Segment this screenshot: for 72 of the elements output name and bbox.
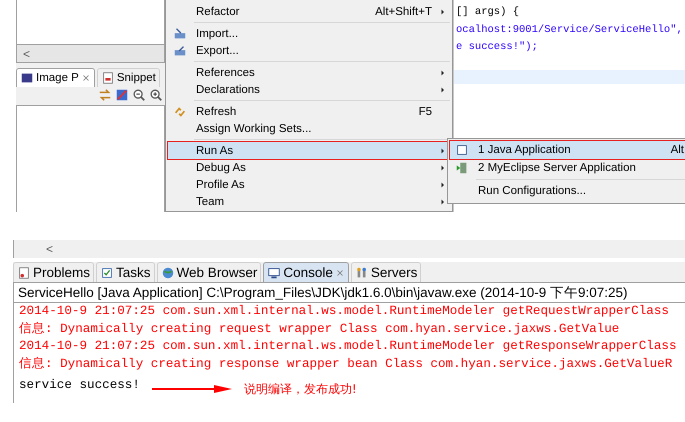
problems-icon — [17, 266, 31, 280]
menu-item[interactable]: Run Configurations... — [450, 182, 685, 200]
console-header: ServiceHello [Java Application] C:\Program_Files\JDK\jdk1.6.0\bin\javaw.exe (2014-10-9 下午9:07:25) — [13, 282, 685, 303]
menu-item-label: 2 MyEclipse Server Application — [477, 162, 637, 174]
view-tab[interactable]: Console — [263, 262, 349, 282]
console-line: 2014-10-9 21:07:25 com.sun.xml.internal.ws.model.RuntimeModeler getRequestWrapperClass — [19, 303, 670, 320]
scroll-left-glyph[interactable]: < — [23, 46, 30, 60]
tab-label: Console — [283, 265, 333, 280]
picture-icon — [20, 71, 34, 85]
menu-item[interactable]: Team — [168, 193, 450, 210]
shortcut-label: Alt+Shift+T — [375, 6, 433, 18]
globe-icon — [160, 266, 175, 280]
view-tab[interactable]: Web Browser — [156, 262, 262, 282]
zoom-out-icon — [132, 88, 146, 102]
menu-item[interactable]: Export... — [168, 42, 450, 59]
code-line: [] args) { — [455, 5, 520, 20]
tab-label: Snippet — [116, 72, 156, 84]
code-line: ocalhost:9001/Service/ServiceHello", — [455, 22, 684, 38]
annotation-text: 说明编译，发布成功! — [244, 381, 357, 398]
console-line: 信息: Dynamically creating response wrapper bean Class com.hyan.service.jaxws.GetValueR — [19, 356, 674, 373]
view-tab[interactable]: Problems — [13, 262, 94, 282]
menu-item[interactable]: 2 MyEclipse Server Application — [450, 159, 685, 177]
console-line: 信息: Dynamically creating request wrapper Class com.hyan.service.jaxws.GetValue — [19, 320, 620, 338]
menu-item[interactable]: Assign Working Sets... — [168, 120, 450, 137]
menu-item-label: Run Configurations... — [477, 185, 588, 197]
menu-item-label: 1 Java Application — [477, 144, 572, 156]
menu-item-label: Team — [195, 196, 226, 208]
menu-item[interactable]: Import... — [168, 25, 450, 42]
menu-item-label: Refresh — [195, 106, 238, 118]
servers-icon — [354, 266, 369, 280]
tab-label: Image P — [36, 72, 79, 84]
menu-item-label: Import... — [195, 28, 240, 40]
menu-item-label: Refactor — [195, 6, 240, 18]
menu-item-label: Profile As — [195, 178, 246, 190]
server-icon — [455, 161, 469, 175]
menu-item[interactable]: Run As — [168, 142, 450, 159]
console-icon — [267, 266, 282, 280]
view-tab[interactable]: Servers — [350, 262, 422, 282]
code-line: e success!"); — [455, 40, 539, 55]
tab-label: Web Browser — [176, 265, 258, 280]
scroll-left-glyph[interactable]: < — [46, 242, 54, 256]
menu-item[interactable]: Profile As — [168, 176, 450, 193]
export-icon — [173, 44, 187, 58]
console-line: service success! — [19, 377, 140, 394]
tab-label: Servers — [370, 265, 418, 280]
menu-item-label: References — [195, 66, 256, 78]
tasks-icon — [100, 266, 114, 280]
console-line: 2014-10-9 21:07:25 com.sun.xml.internal.ws.model.RuntimeModeler getResponseWrapperClass — [19, 338, 678, 356]
document-icon — [100, 71, 115, 85]
menu-item[interactable]: 1 Java Application Alt — [450, 141, 685, 159]
sync-arrows-icon — [98, 88, 112, 102]
menu-item-label: Export... — [195, 44, 240, 56]
menu-item-label: Assign Working Sets... — [195, 122, 312, 134]
import-icon — [173, 26, 187, 40]
tab-label: Tasks — [116, 265, 151, 280]
menu-item-label: Debug As — [195, 162, 247, 174]
menu-item[interactable]: Declarations — [168, 81, 450, 98]
horizontal-scrollbar[interactable]: < — [13, 240, 685, 258]
menu-item[interactable]: Refactor Alt+Shift+T — [168, 3, 450, 20]
menu-item[interactable]: Refresh F5 — [168, 103, 450, 120]
shortcut-label: F5 — [418, 106, 433, 118]
shortcut-label: Alt — [670, 144, 685, 156]
view-tab[interactable]: Tasks — [96, 262, 155, 282]
view-tab[interactable]: Image P — [16, 68, 95, 87]
menu-item[interactable]: References — [168, 64, 450, 81]
menu-item[interactable]: Debug As — [168, 159, 450, 176]
window-icon — [455, 143, 469, 157]
tab-label: Problems — [33, 265, 90, 280]
menu-item-label: Run As — [195, 144, 234, 156]
view-tab[interactable]: Snippet — [96, 68, 160, 87]
horizontal-scrollbar[interactable]: < — [16, 45, 165, 63]
menu-item-label: Declarations — [195, 84, 261, 96]
